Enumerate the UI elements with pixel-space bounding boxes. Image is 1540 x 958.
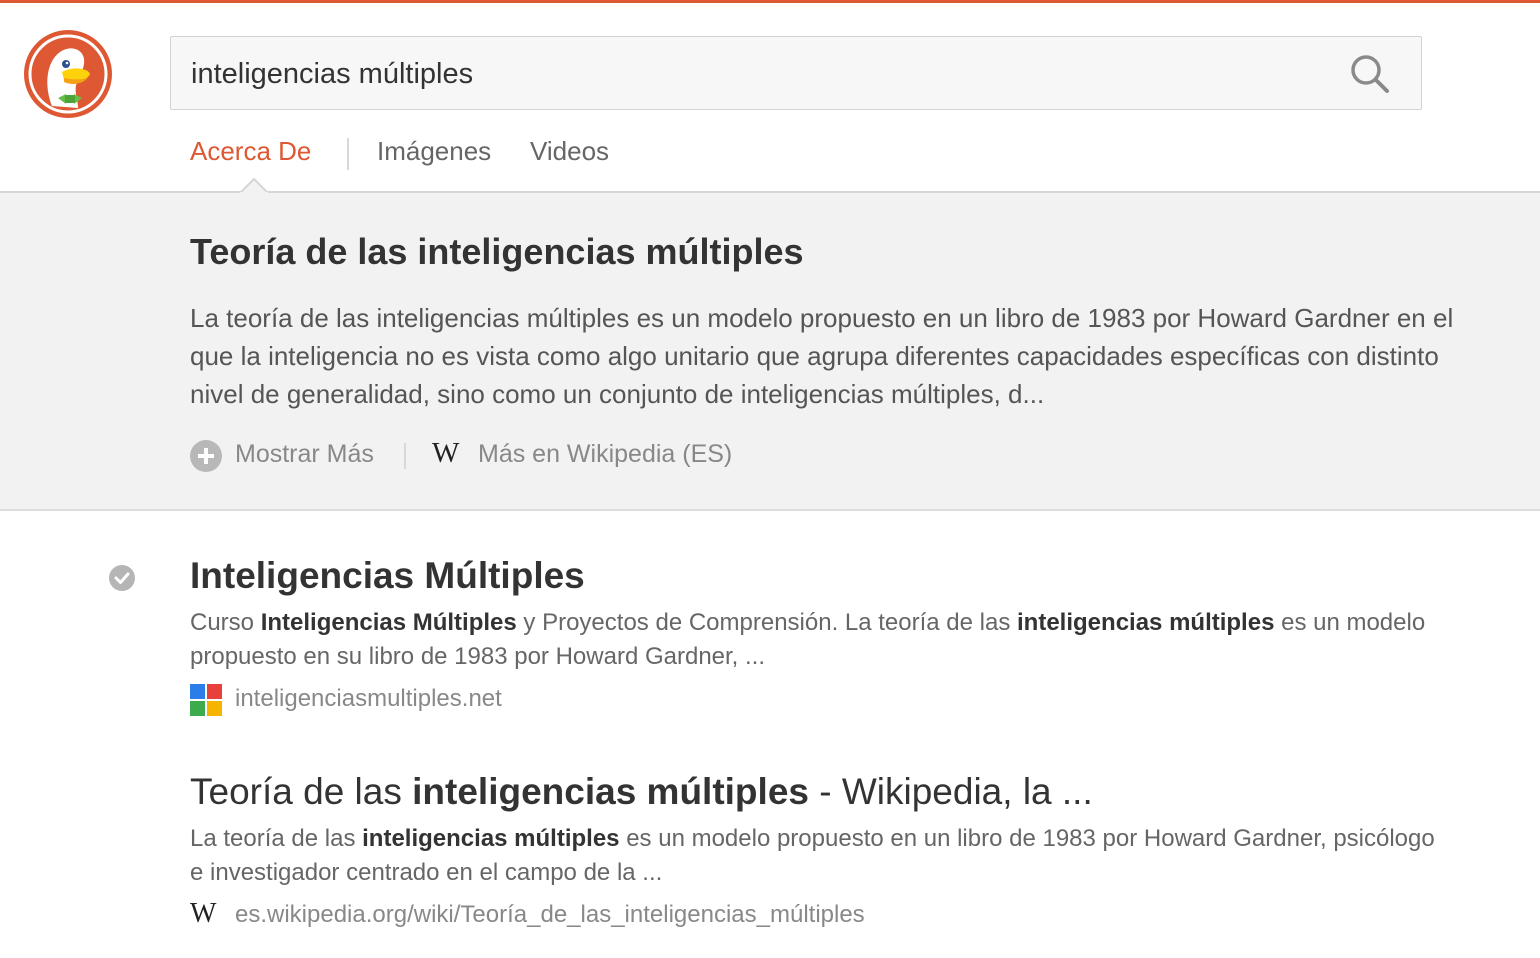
highlighted-term: inteligencias múltiples xyxy=(412,771,809,812)
duckduckgo-logo[interactable] xyxy=(22,28,114,120)
search-input[interactable] xyxy=(189,37,1333,111)
result-title-link[interactable]: Teoría de las inteligencias múltiples - … xyxy=(190,770,1450,814)
text-run: Teoría de las xyxy=(190,771,413,812)
about-description: La teoría de las inteligencias múltiples… xyxy=(190,303,1454,409)
wikipedia-icon: W xyxy=(432,437,460,469)
tab-divider xyxy=(347,138,349,170)
top-accent-bar xyxy=(0,0,1540,3)
links-divider xyxy=(404,443,406,469)
text-run: La teoría de las xyxy=(190,825,363,852)
text-run: y Proyectos de Comprensión. La teoría de… xyxy=(516,609,1018,636)
verified-check-icon xyxy=(109,565,135,591)
highlighted-term: Inteligencias Múltiples xyxy=(190,555,585,596)
wikipedia-link-label: Más en Wikipedia (ES) xyxy=(478,440,733,468)
search-box xyxy=(170,36,1422,111)
highlighted-term: inteligencias múltiples xyxy=(362,825,620,852)
colored-squares-icon xyxy=(190,684,222,716)
result-url-link[interactable]: inteligenciasmultiples.net xyxy=(190,682,1450,718)
tab-acerca-de[interactable]: Acerca De xyxy=(190,136,311,167)
text-run: Curso xyxy=(190,609,261,636)
tab-videos[interactable]: Videos xyxy=(530,136,609,167)
result-url: es.wikipedia.org/wiki/Teoría_de_las_inte… xyxy=(235,901,865,928)
search-result: Inteligencias Múltiples Curso Inteligenc… xyxy=(190,554,1450,718)
about-title[interactable]: Teoría de las inteligencias múltiples xyxy=(190,231,804,273)
search-icon[interactable] xyxy=(1349,53,1391,95)
result-snippet: Curso Inteligencias Múltiples y Proyecto… xyxy=(190,606,1450,674)
result-title-link[interactable]: Inteligencias Múltiples xyxy=(190,554,1450,598)
result-snippet: La teoría de las inteligencias múltiples… xyxy=(190,822,1450,890)
active-tab-caret xyxy=(240,178,268,194)
highlighted-term: inteligencias múltiples xyxy=(1017,609,1275,636)
tab-imagenes[interactable]: Imágenes xyxy=(377,136,491,167)
about-panel: Teoría de las inteligencias múltiples La… xyxy=(0,193,1540,511)
search-result: Teoría de las inteligencias múltiples - … xyxy=(190,770,1450,934)
highlighted-term: Inteligencias Múltiples xyxy=(260,609,517,636)
show-more-label: Mostrar Más xyxy=(235,440,374,468)
wikipedia-icon: W xyxy=(190,898,217,929)
result-url-link[interactable]: W es.wikipedia.org/wiki/Teoría_de_las_in… xyxy=(190,898,1450,934)
result-url: inteligenciasmultiples.net xyxy=(235,685,502,712)
header-divider xyxy=(0,191,1540,193)
plus-circle-icon xyxy=(190,440,222,472)
text-run: - Wikipedia, la ... xyxy=(808,771,1093,812)
